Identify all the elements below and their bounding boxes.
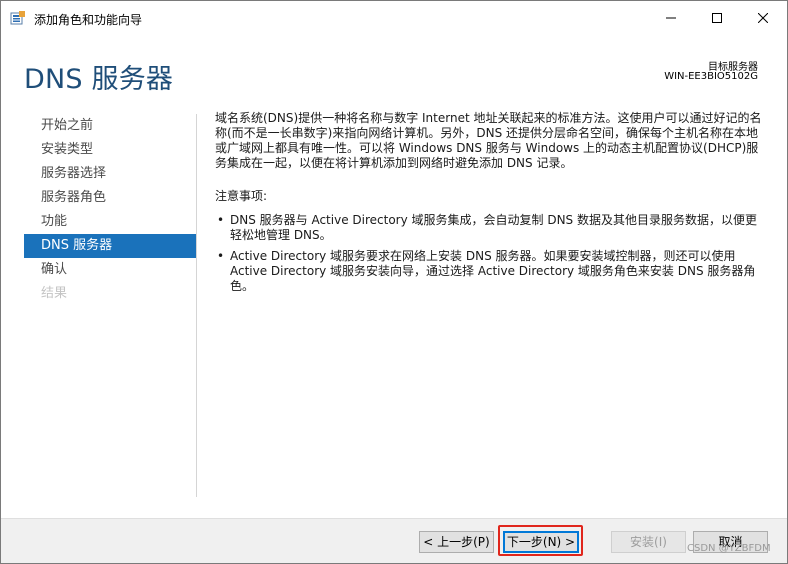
install-button: 安装(I) xyxy=(611,531,686,553)
intro-paragraph: 域名系统(DNS)提供一种将名称与数字 Internet 地址关联起来的标准方法… xyxy=(215,111,762,170)
next-button[interactable]: 下一步(N) > xyxy=(503,531,579,553)
maximize-icon xyxy=(712,13,722,23)
bullet-glyph: • xyxy=(217,249,225,263)
wizard-nav: 开始之前 安装类型 服务器选择 服务器角色 功能 DNS 服务器 确认 结果 xyxy=(24,114,196,306)
note-text: DNS 服务器与 Active Directory 域服务集成，会自动复制 DN… xyxy=(230,213,757,242)
page-title: DNS 服务器 xyxy=(24,64,174,95)
nav-item-confirmation[interactable]: 确认 xyxy=(24,258,196,282)
nav-divider xyxy=(196,114,197,497)
maximize-button[interactable] xyxy=(694,1,740,35)
note-text: Active Directory 域服务要求在网络上安装 DNS 服务器。如果要… xyxy=(230,249,756,293)
notes-list: • DNS 服务器与 Active Directory 域服务集成，会自动复制 … xyxy=(215,213,763,294)
target-server-value: WIN-EE3BIO5102G xyxy=(664,71,758,82)
notes-heading: 注意事项: xyxy=(215,189,268,203)
nav-item-features[interactable]: 功能 xyxy=(24,210,196,234)
nav-item-installation-type[interactable]: 安装类型 xyxy=(24,138,196,162)
content-pane: 域名系统(DNS)提供一种将名称与数字 Internet 地址关联起来的标准方法… xyxy=(215,111,763,300)
title-bar[interactable]: 添加角色和功能向导 xyxy=(1,1,787,35)
nav-item-server-roles[interactable]: 服务器角色 xyxy=(24,186,196,210)
nav-item-server-selection[interactable]: 服务器选择 xyxy=(24,162,196,186)
list-item: • Active Directory 域服务要求在网络上安装 DNS 服务器。如… xyxy=(215,249,763,294)
list-item: • DNS 服务器与 Active Directory 域服务集成，会自动复制 … xyxy=(215,213,763,243)
minimize-icon xyxy=(666,17,676,19)
nav-item-before-you-begin[interactable]: 开始之前 xyxy=(24,114,196,138)
watermark: CSDN @YZBFDM xyxy=(687,543,771,554)
minimize-button[interactable] xyxy=(648,1,694,35)
previous-button[interactable]: < 上一步(P) xyxy=(419,531,494,553)
server-manager-icon xyxy=(10,11,25,25)
close-button[interactable] xyxy=(740,1,786,35)
bullet-glyph: • xyxy=(217,213,225,227)
footer-bar: < 上一步(P) 下一步(N) > 安装(I) 取消 xyxy=(1,518,787,563)
wizard-window: 添加角色和功能向导 DNS 服务器 目标服务器 WIN-EE3BIO5102G … xyxy=(0,0,788,564)
nav-item-dns-server[interactable]: DNS 服务器 xyxy=(24,234,196,258)
nav-item-results: 结果 xyxy=(41,286,68,301)
close-icon xyxy=(758,13,768,23)
window-title: 添加角色和功能向导 xyxy=(34,13,143,27)
